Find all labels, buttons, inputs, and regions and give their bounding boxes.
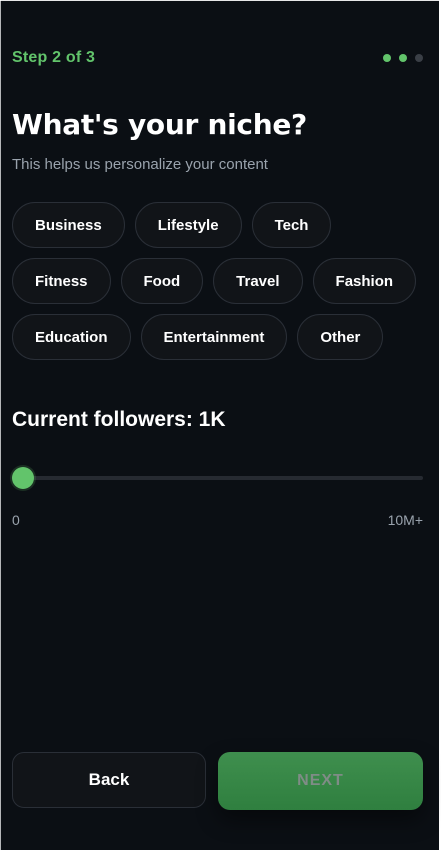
page-subtitle: This helps us personalize your content	[12, 156, 268, 173]
niche-chip-fashion[interactable]: Fashion	[312, 258, 417, 304]
niche-chip-label: Travel	[236, 272, 280, 290]
followers-slider[interactable]	[12, 466, 423, 490]
niche-chip-education[interactable]: Education	[12, 314, 131, 360]
niche-chips: Business Lifestyle Tech Fitness Food Tra…	[12, 202, 429, 370]
left-border	[0, 0, 1, 850]
niche-chip-label: Fitness	[35, 272, 88, 290]
slider-min-label: 0	[12, 512, 20, 528]
onboarding-screen: Step 2 of 3 What's your niche? This help…	[0, 0, 441, 850]
niche-row-3: Education Entertainment Other	[12, 314, 429, 360]
niche-chip-label: Entertainment	[163, 328, 265, 346]
niche-chip-other[interactable]: Other	[297, 314, 384, 360]
niche-chip-label: Business	[35, 216, 102, 234]
progress-dot-3	[415, 54, 423, 62]
followers-label: Current followers: 1K	[12, 408, 226, 431]
onboarding-footer: Back NEXT	[12, 752, 423, 810]
progress-dots	[383, 54, 423, 62]
next-button[interactable]: NEXT	[218, 752, 423, 810]
niche-chip-label: Food	[143, 272, 181, 290]
niche-chip-label: Fashion	[335, 272, 394, 290]
niche-row-2: Fitness Food Travel Fashion	[12, 258, 429, 304]
niche-chip-label: Other	[320, 328, 361, 346]
niche-chip-food[interactable]: Food	[120, 258, 204, 304]
niche-chip-entertainment[interactable]: Entertainment	[140, 314, 288, 360]
onboarding-header: Step 2 of 3	[12, 46, 423, 70]
slider-max-label: 10M+	[387, 512, 423, 528]
niche-chip-lifestyle[interactable]: Lifestyle	[134, 202, 242, 248]
niche-chip-label: Tech	[274, 216, 309, 234]
slider-thumb[interactable]	[12, 467, 34, 489]
niche-chip-label: Education	[35, 328, 108, 346]
niche-chip-fitness[interactable]: Fitness	[12, 258, 111, 304]
niche-chip-tech[interactable]: Tech	[251, 202, 332, 248]
back-button[interactable]: Back	[12, 752, 206, 808]
niche-chip-label: Lifestyle	[157, 216, 219, 234]
page-title: What's your niche?	[12, 108, 307, 141]
niche-chip-business[interactable]: Business	[12, 202, 125, 248]
step-indicator: Step 2 of 3	[12, 49, 96, 66]
niche-chip-travel[interactable]: Travel	[213, 258, 303, 304]
slider-track[interactable]	[12, 476, 423, 480]
top-border	[0, 0, 441, 1]
progress-dot-1	[383, 54, 391, 62]
slider-scale: 0 10M+	[12, 512, 423, 528]
progress-dot-2	[399, 54, 407, 62]
niche-row-1: Business Lifestyle Tech	[12, 202, 429, 248]
